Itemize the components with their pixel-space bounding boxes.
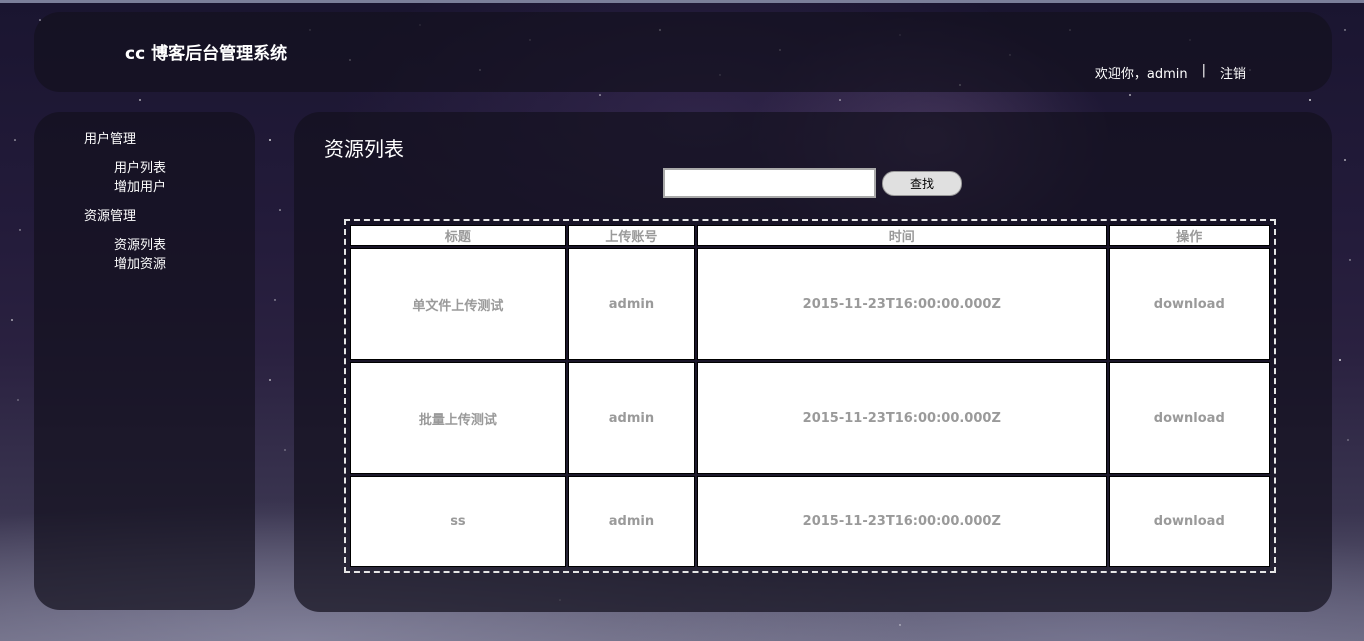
nav-group-resource-management[interactable]: 资源管理 [84,205,136,224]
page-title: 资源列表 [324,137,404,161]
header-bar: cc 博客后台管理系统 欢迎你，admin | 注销 [34,12,1332,92]
resource-table-container: 标题 上传账号 时间 操作 单文件上传测试 admin 2015-11-23T1… [344,219,1276,573]
welcome-text: 欢迎你，admin [1094,67,1188,82]
sidebar-item-add-user[interactable]: 增加用户 [114,176,166,195]
cell-time: 2015-11-23T16:00:00.000Z [696,248,1107,361]
download-link[interactable]: download [1108,248,1270,361]
cell-account: admin [567,476,695,567]
column-header-title: 标题 [350,225,566,246]
separator: | [1201,63,1206,78]
table-header-row: 标题 上传账号 时间 操作 [350,225,1270,246]
sidebar: 用户管理 用户列表 增加用户 资源管理 资源列表 增加资源 [34,112,255,610]
cell-account: admin [567,362,695,475]
cell-time: 2015-11-23T16:00:00.000Z [696,476,1107,567]
resource-table: 标题 上传账号 时间 操作 单文件上传测试 admin 2015-11-23T1… [348,223,1272,569]
cell-title: 批量上传测试 [350,362,566,475]
sidebar-item-add-resource[interactable]: 增加资源 [114,253,166,272]
search-button[interactable]: 查找 [882,171,962,196]
user-area: 欢迎你，admin | 注销 [1095,63,1246,82]
column-header-action: 操作 [1108,225,1270,246]
column-header-account: 上传账号 [567,225,695,246]
table-row: ss admin 2015-11-23T16:00:00.000Z downlo… [350,476,1270,567]
download-link[interactable]: download [1108,476,1270,567]
main-panel: 资源列表 查找 标题 上传账号 时间 操作 单文件上传测试 admin 2015… [294,112,1332,612]
nav-group-user-management[interactable]: 用户管理 [84,128,136,147]
cell-time: 2015-11-23T16:00:00.000Z [696,362,1107,475]
table-row: 批量上传测试 admin 2015-11-23T16:00:00.000Z do… [350,362,1270,475]
sidebar-item-resource-list[interactable]: 资源列表 [114,234,166,253]
column-header-time: 时间 [696,225,1107,246]
site-title: cc 博客后台管理系统 [125,44,288,64]
cell-account: admin [567,248,695,361]
sidebar-item-user-list[interactable]: 用户列表 [114,157,166,176]
top-border [0,0,1364,3]
cell-title: 单文件上传测试 [350,248,566,361]
logout-link[interactable]: 注销 [1220,63,1246,82]
cell-title: ss [350,476,566,567]
download-link[interactable]: download [1108,362,1270,475]
table-row: 单文件上传测试 admin 2015-11-23T16:00:00.000Z d… [350,248,1270,361]
search-input[interactable] [663,168,876,198]
